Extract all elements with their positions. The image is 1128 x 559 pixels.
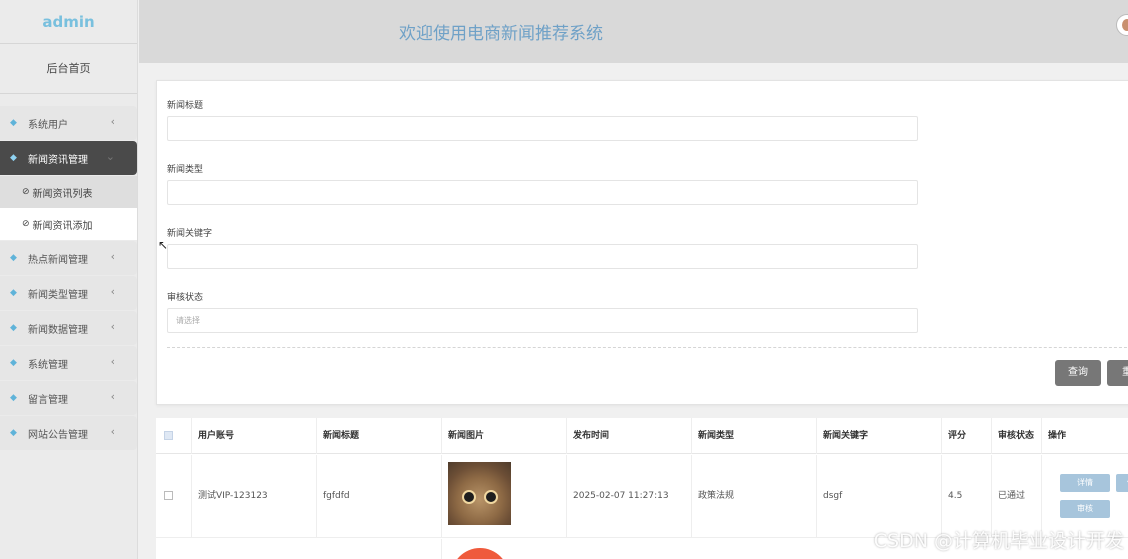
sidebar-subitem-label: 新闻资讯列表 <box>32 188 93 200</box>
sidebar-item-system-users[interactable]: ◆ 系统用户 ‹ <box>0 106 137 140</box>
column-header: 用户账号 <box>191 418 316 454</box>
news-type-label: 新闻类型 <box>167 165 204 175</box>
diamond-icon: ◆ <box>10 323 17 333</box>
news-image-cat[interactable] <box>448 462 511 525</box>
sidebar-item-news-management[interactable]: ◆ 新闻资讯管理 ⌄ <box>0 141 137 175</box>
chevron-down-icon: ⌄ <box>105 150 115 163</box>
sidebar-home-link[interactable]: 后台首页 <box>0 44 137 94</box>
diamond-icon: ◆ <box>10 288 17 298</box>
review-status-select[interactable]: 请选择 <box>167 308 918 333</box>
diamond-icon: ◆ <box>10 393 17 403</box>
column-header: 操作 <box>1041 418 1128 454</box>
cell-time: 2025-02-07 11:27:13 <box>566 455 691 538</box>
news-title-input[interactable] <box>167 116 918 141</box>
row-checkbox[interactable] <box>164 491 173 500</box>
diamond-icon: ◆ <box>10 118 17 128</box>
check-circle-icon: ⊘ <box>22 219 30 229</box>
reset-button[interactable]: 重 <box>1107 360 1128 386</box>
news-keyword-label: 新闻关键字 <box>167 229 213 239</box>
news-title-label: 新闻标题 <box>167 101 204 111</box>
search-panel: 新闻标题 新闻类型 新闻关键字 审核状态 请选择 查询 重 <box>156 80 1128 405</box>
sidebar-item-news-types[interactable]: ◆ 新闻类型管理 ‹ <box>0 276 137 310</box>
sidebar-item-news-data[interactable]: ◆ 新闻数据管理 ‹ <box>0 311 137 345</box>
mouse-cursor-icon: ↖ <box>158 238 169 252</box>
detail-button[interactable]: 详情 <box>1060 474 1110 492</box>
column-header: 新闻关键字 <box>816 418 941 454</box>
sidebar-item-messages[interactable]: ◆ 留言管理 ‹ <box>0 381 137 415</box>
chevron-left-icon: ‹ <box>110 320 115 333</box>
sidebar-item-label: 留言管理 <box>28 394 68 406</box>
table-header: 用户账号 新闻标题 新闻图片 发布时间 新闻类型 新闻关键字 评分 审核状态 操… <box>156 418 1128 454</box>
column-header: 发布时间 <box>566 418 691 454</box>
diamond-icon: ◆ <box>10 358 17 368</box>
top-header: 欢迎使用电商新闻推荐系统 <box>139 0 1128 63</box>
cell-image <box>441 455 566 538</box>
column-header: 审核状态 <box>991 418 1041 454</box>
column-header: 新闻图片 <box>441 418 566 454</box>
sidebar-item-label: 热点新闻管理 <box>28 254 88 266</box>
select-all-checkbox[interactable] <box>164 431 173 440</box>
brand-logo: admin <box>0 0 137 44</box>
sidebar: admin 后台首页 ◆ 系统用户 ‹ ◆ 新闻资讯管理 ⌄ ⊘ 新闻资讯列表 … <box>0 0 138 559</box>
query-button[interactable]: 查询 <box>1055 360 1101 386</box>
divider <box>167 347 1128 348</box>
diamond-icon: ◆ <box>10 153 17 163</box>
sidebar-item-label: 新闻资讯管理 <box>28 154 88 166</box>
sidebar-subitem-news-list[interactable]: ⊘ 新闻资讯列表 <box>0 176 137 208</box>
chevron-left-icon: ‹ <box>110 390 115 403</box>
sidebar-item-announcements[interactable]: ◆ 网站公告管理 ‹ <box>0 416 137 450</box>
review-status-label: 审核状态 <box>167 293 204 303</box>
column-header: 评分 <box>941 418 991 454</box>
cell-account: 测试VIP-123123 <box>191 455 316 538</box>
cell-title: fgfdfd <box>316 455 441 538</box>
chevron-left-icon: ‹ <box>110 285 115 298</box>
edit-button[interactable]: 修 <box>1116 474 1128 492</box>
sidebar-item-label: 网站公告管理 <box>28 429 88 441</box>
chevron-left-icon: ‹ <box>110 425 115 438</box>
sidebar-item-label: 新闻类型管理 <box>28 289 88 301</box>
page-title: 欢迎使用电商新闻推荐系统 <box>399 24 603 44</box>
cell-image <box>441 539 566 559</box>
sidebar-item-label: 系统用户 <box>28 119 68 131</box>
cell-type: 政策法规 <box>691 455 816 538</box>
news-type-input[interactable] <box>167 180 918 205</box>
news-keyword-input[interactable] <box>167 244 918 269</box>
chevron-left-icon: ‹ <box>110 115 115 128</box>
sidebar-subitem-news-add[interactable]: ⊘ 新闻资讯添加 <box>0 208 137 240</box>
review-button[interactable]: 审核 <box>1060 500 1110 518</box>
sidebar-item-hot-news[interactable]: ◆ 热点新闻管理 ‹ <box>0 241 137 275</box>
watermark: CSDN @计算机毕业设计开发 <box>873 530 1124 552</box>
sidebar-item-label: 新闻数据管理 <box>28 324 88 336</box>
chevron-left-icon: ‹ <box>110 250 115 263</box>
sidebar-subitem-label: 新闻资讯添加 <box>32 220 93 232</box>
chevron-left-icon: ‹ <box>110 355 115 368</box>
avatar[interactable] <box>1116 14 1128 36</box>
check-circle-icon: ⊘ <box>22 187 30 197</box>
sidebar-item-system-management[interactable]: ◆ 系统管理 ‹ <box>0 346 137 380</box>
sidebar-item-label: 系统管理 <box>28 359 68 371</box>
column-header: 新闻标题 <box>316 418 441 454</box>
column-header: 新闻类型 <box>691 418 816 454</box>
diamond-icon: ◆ <box>10 428 17 438</box>
diamond-icon: ◆ <box>10 253 17 263</box>
news-image-orange[interactable] <box>448 543 511 559</box>
